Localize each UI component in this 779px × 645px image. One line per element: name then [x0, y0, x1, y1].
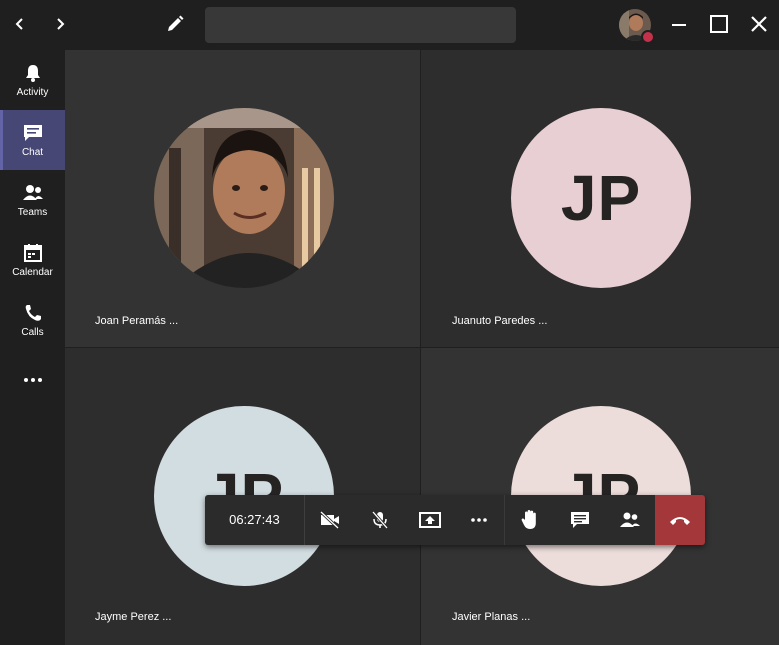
camera-toggle-button[interactable]: [305, 495, 355, 545]
rail-item-label: Calls: [21, 326, 44, 338]
minimize-button[interactable]: [667, 12, 691, 36]
phone-icon: [25, 304, 41, 321]
compose-button[interactable]: [163, 12, 187, 36]
app-rail: Activity Chat Teams Calendar Calls: [0, 50, 65, 645]
mic-off-icon: [371, 511, 388, 529]
maximize-icon: [710, 15, 728, 33]
participant-tile[interactable]: Joan Peramás ...: [65, 50, 420, 347]
call-controls: 06:27:43: [205, 495, 706, 545]
participant-initials-avatar: JP: [511, 108, 691, 288]
rail-item-label: Chat: [21, 146, 44, 158]
more-icon: [471, 518, 488, 522]
participant-name: Joan Peramás ...: [95, 315, 179, 327]
back-button[interactable]: [8, 12, 32, 36]
rail-item-label: Activity: [16, 86, 49, 98]
participant-tile[interactable]: JP Juanuto Paredes ...: [421, 50, 779, 347]
share-screen-icon: [418, 512, 441, 528]
more-actions-button[interactable]: [455, 495, 505, 545]
chevron-left-icon: [15, 18, 23, 30]
chat-bubble-icon: [571, 512, 590, 528]
rail-item-activity[interactable]: Activity: [0, 50, 65, 110]
search-input[interactable]: [205, 7, 516, 43]
raise-hand-button[interactable]: [505, 495, 555, 545]
mic-toggle-button[interactable]: [355, 495, 405, 545]
bell-icon: [25, 64, 40, 82]
close-icon: [751, 16, 767, 32]
presence-badge: [641, 30, 655, 44]
raise-hand-icon: [521, 510, 537, 529]
rail-item-label: Calendar: [12, 266, 53, 278]
participant-name: Jayme Perez ...: [95, 611, 172, 623]
participant-name: Juanuto Paredes ...: [452, 315, 548, 327]
calendar-icon: [23, 243, 42, 262]
pencil-icon: [168, 15, 184, 31]
rail-item-label: Teams: [17, 206, 48, 218]
title-bar: [0, 0, 779, 50]
participant-name: Javier Planas ...: [452, 611, 531, 623]
participant-photo: [154, 108, 334, 288]
close-button[interactable]: [747, 12, 771, 36]
rail-item-more[interactable]: [0, 350, 65, 410]
rail-item-calls[interactable]: Calls: [0, 290, 65, 350]
user-photo-icon: [154, 108, 334, 288]
participants-icon: [620, 512, 641, 527]
teams-icon: [22, 184, 43, 200]
maximize-button[interactable]: [707, 12, 731, 36]
chevron-right-icon: [57, 18, 65, 30]
rail-item-calendar[interactable]: Calendar: [0, 230, 65, 290]
call-timer: 06:27:43: [205, 495, 305, 545]
hang-up-button[interactable]: [655, 495, 706, 545]
more-icon: [23, 378, 42, 382]
show-participants-button[interactable]: [605, 495, 655, 545]
show-conversation-button[interactable]: [555, 495, 605, 545]
rail-item-teams[interactable]: Teams: [0, 170, 65, 230]
minimize-icon: [672, 24, 686, 26]
forward-button[interactable]: [48, 12, 72, 36]
chat-icon: [23, 124, 42, 141]
rail-item-chat[interactable]: Chat: [0, 110, 65, 170]
video-off-icon: [319, 511, 339, 529]
hang-up-icon: [670, 517, 691, 525]
share-screen-button[interactable]: [405, 495, 455, 545]
